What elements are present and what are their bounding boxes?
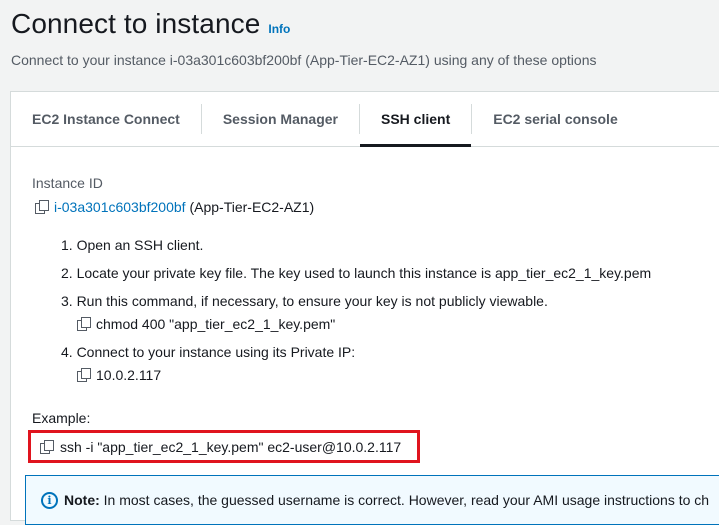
private-ip-row: 10.0.2.117 — [77, 367, 161, 383]
connect-panel: EC2 Instance Connect Session Manager SSH… — [10, 91, 719, 525]
chmod-command: chmod 400 "app_tier_ec2_1_key.pem" — [96, 316, 336, 332]
step-connect: 4. Connect to your instance using its Pr… — [61, 344, 356, 360]
instance-name: (App-Tier-EC2-AZ1) — [189, 199, 315, 215]
step-locate-key: 2. Locate your private key file. The key… — [61, 265, 652, 281]
private-ip: 10.0.2.117 — [96, 367, 162, 383]
instance-id-label: Instance ID — [32, 175, 103, 191]
step-chmod: 3. Run this command, if necessary, to en… — [61, 293, 548, 309]
copy-icon[interactable] — [77, 368, 91, 382]
tab-ec2-serial-console[interactable]: EC2 serial console — [472, 92, 639, 146]
title-row: Connect to instance Info — [11, 8, 711, 40]
tab-ec2-instance-connect[interactable]: EC2 Instance Connect — [11, 92, 201, 146]
info-link[interactable]: Info — [268, 22, 290, 36]
copy-icon[interactable] — [40, 440, 54, 454]
tab-ssh-client[interactable]: SSH client — [359, 92, 472, 147]
info-icon: i — [41, 492, 58, 509]
ssh-client-content: Instance ID i-03a301c603bf200bf (App-Tie… — [28, 175, 719, 463]
step-open-client: 1. Open an SSH client. — [61, 237, 204, 253]
chmod-command-row: chmod 400 "app_tier_ec2_1_key.pem" — [77, 316, 335, 332]
example-label: Example: — [32, 410, 91, 426]
page-title: Connect to instance — [11, 8, 261, 39]
instance-id-link[interactable]: i-03a301c603bf200bf — [54, 199, 186, 215]
instance-id-row: i-03a301c603bf200bf (App-Tier-EC2-AZ1) — [35, 199, 314, 215]
username-note: i Note: In most cases, the guessed usern… — [25, 475, 719, 525]
tab-session-manager[interactable]: Session Manager — [202, 92, 359, 146]
copy-icon[interactable] — [35, 200, 49, 214]
example-command-highlight: ssh -i "app_tier_ec2_1_key.pem" ec2-user… — [28, 430, 420, 463]
copy-icon[interactable] — [77, 317, 91, 331]
note-text: In most cases, the guessed username is c… — [103, 492, 710, 508]
connection-tabs: EC2 Instance Connect Session Manager SSH… — [11, 92, 719, 147]
example-command: ssh -i "app_tier_ec2_1_key.pem" ec2-user… — [60, 438, 402, 455]
page-subtitle: Connect to your instance i-03a301c603bf2… — [11, 52, 597, 68]
page-header: Connect to instance Info Connect to your… — [11, 8, 711, 68]
note-prefix: Note: — [64, 492, 100, 508]
